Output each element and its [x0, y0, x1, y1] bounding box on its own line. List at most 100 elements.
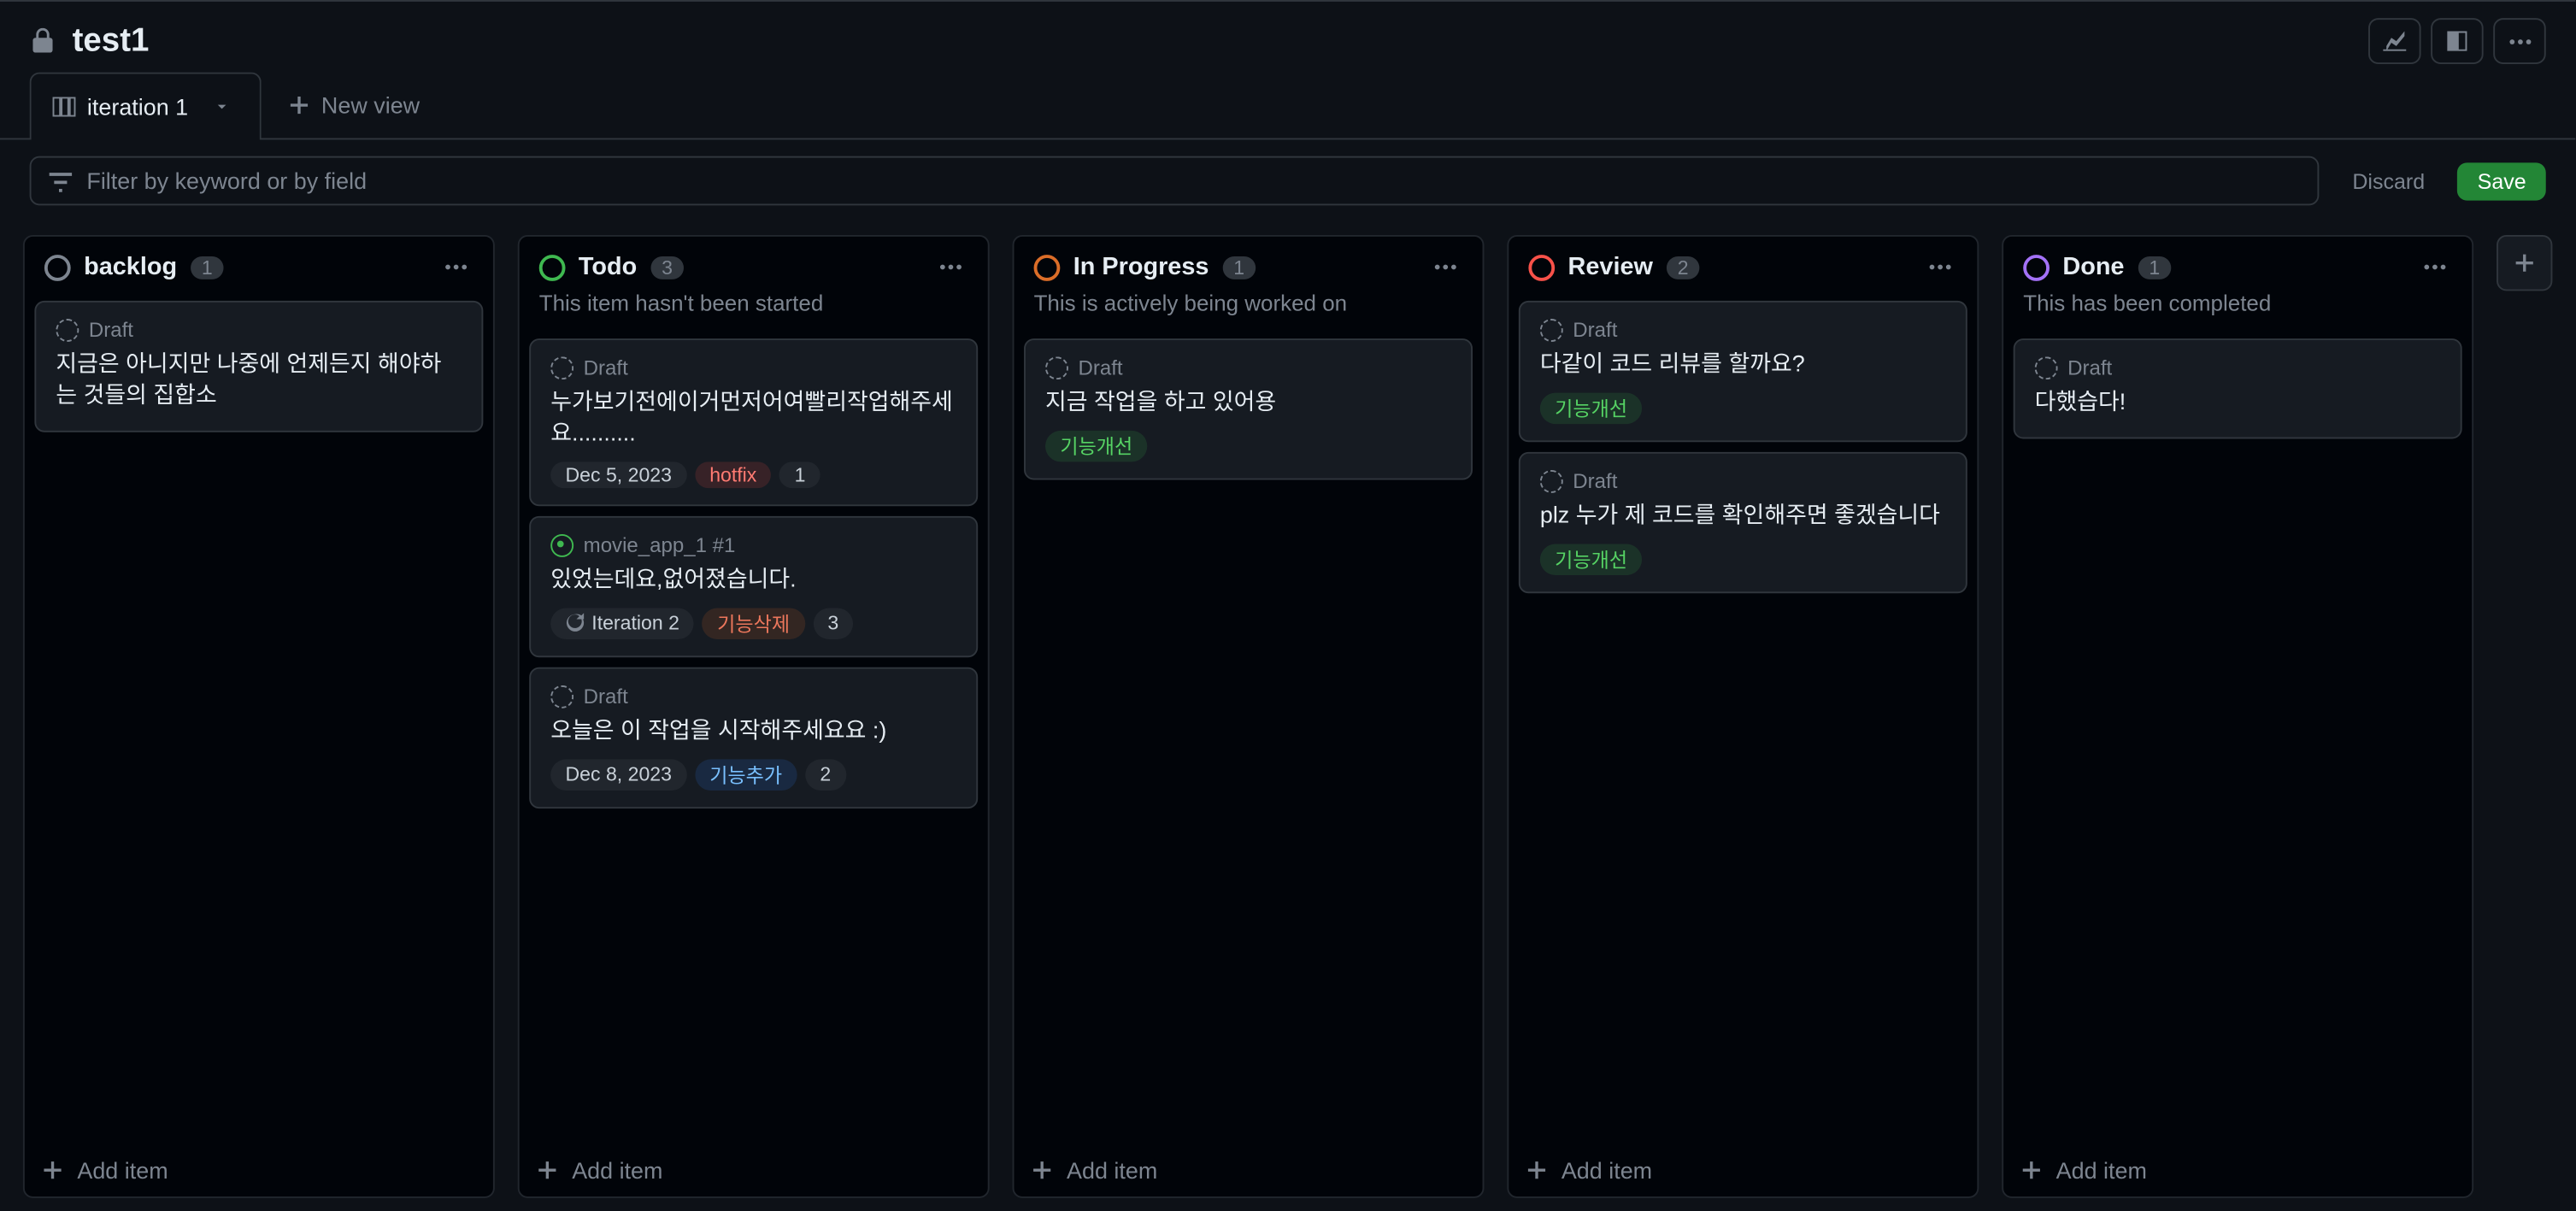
add-item-label: Add item	[1561, 1157, 1652, 1184]
draft-icon	[550, 356, 573, 379]
column-menu[interactable]	[1923, 258, 1957, 276]
add-item-button[interactable]: Add item	[1014, 1143, 1482, 1196]
card-type: Draft	[584, 685, 628, 708]
pill: 2	[805, 759, 845, 791]
pill: Iteration 2	[550, 608, 694, 639]
card-type: Draft	[1573, 470, 1617, 493]
status-circle-icon	[44, 254, 71, 280]
card-type: movie_app_1 #1	[584, 534, 736, 557]
plus-icon	[2020, 1159, 2043, 1182]
card-type: Draft	[1078, 356, 1122, 379]
column-name: backlog	[84, 253, 177, 281]
column-name: Review	[1568, 253, 1653, 281]
card-title: plz 누가 제 코드를 확인해주면 좋겠습니다	[1540, 499, 1946, 530]
draft-icon	[1540, 470, 1563, 493]
pill: 기능삭제	[703, 608, 805, 639]
card-title: 다같이 코드 리뷰를 할까요?	[1540, 349, 1946, 379]
pill: 기능개선	[1540, 544, 1643, 575]
save-button[interactable]: Save	[2458, 162, 2546, 199]
column-count: 1	[190, 256, 224, 279]
add-item-button[interactable]: Add item	[520, 1143, 988, 1196]
page-title: test1	[73, 22, 150, 60]
card[interactable]: Draft plz 누가 제 코드를 확인해주면 좋겠습니다기능개선	[1519, 452, 1967, 593]
filter-box[interactable]	[30, 156, 2320, 206]
column-count: 1	[2138, 256, 2172, 279]
column-menu[interactable]	[2418, 258, 2452, 276]
card[interactable]: movie_app_1 #1 있었는데요,없어졌습니다. Iteration 2 기능…	[529, 515, 978, 656]
card-title: 지금 작업을 하고 있어용	[1045, 386, 1451, 417]
card-title: 지금은 아니지만 나중에 언제든지 해야하는 것들의 집합소	[56, 349, 462, 411]
iteration-icon	[566, 614, 585, 633]
card[interactable]: Draft 다했습다!	[2014, 338, 2462, 438]
panel-button[interactable]	[2431, 18, 2484, 64]
card-title: 있었는데요,없어졌습니다.	[550, 563, 956, 594]
draft-icon	[550, 685, 573, 708]
status-circle-icon	[539, 254, 566, 280]
column-name: Done	[2062, 253, 2124, 281]
plus-icon	[2513, 251, 2536, 274]
column-count: 2	[1666, 256, 1700, 279]
filter-input[interactable]	[86, 168, 2301, 194]
add-item-button[interactable]: Add item	[25, 1143, 493, 1196]
pill: 기능개선	[1540, 392, 1643, 424]
card-type: Draft	[2067, 356, 2112, 379]
column-menu[interactable]	[933, 258, 967, 276]
card[interactable]: Draft 다같이 코드 리뷰를 할까요? 기능개선	[1519, 301, 1967, 442]
card[interactable]: Draft 누가보기전에이거먼저어여빨리작업해주세요.......... Dec 5…	[529, 338, 978, 506]
card[interactable]: Draft 지금은 아니지만 나중에 언제든지 해야하는 것들의 집합소	[34, 301, 483, 432]
column-desc: This item hasn't been started	[520, 291, 988, 328]
pill: 1	[779, 461, 820, 488]
card-type: Draft	[584, 356, 628, 379]
add-item-button[interactable]: Add item	[1509, 1143, 1977, 1196]
new-view-label: New view	[321, 91, 420, 118]
plus-icon	[288, 93, 311, 116]
new-view-button[interactable]: New view	[268, 78, 439, 131]
column-count: 1	[1222, 256, 1256, 279]
column-menu[interactable]	[1428, 258, 1462, 276]
add-column-button[interactable]	[2497, 235, 2552, 291]
card[interactable]: Draft지금 작업을 하고 있어용기능개선	[1024, 338, 1473, 479]
pill: 3	[813, 608, 853, 639]
column-desc: This is actively being worked on	[1014, 291, 1482, 328]
tab-dropdown[interactable]	[204, 87, 240, 126]
add-item-label: Add item	[2056, 1157, 2147, 1184]
column-count: 3	[650, 256, 685, 279]
column-menu[interactable]	[438, 258, 473, 276]
column-todo: Todo 3 This item hasn't been started Draft 누…	[518, 235, 990, 1198]
plus-icon	[1526, 1159, 1549, 1182]
column-desc: This has been completed	[2003, 291, 2472, 328]
column-inprogress: In Progress1This is actively being worke…	[1013, 235, 1485, 1198]
issue-open-icon	[550, 534, 573, 557]
pill: Dec 5, 2023	[550, 461, 686, 488]
tab-iteration-1[interactable]: iteration 1	[30, 73, 262, 140]
lock-icon	[30, 28, 56, 55]
column-done: Done 1 This has been completed Draft 다했습다! Ad…	[2002, 235, 2473, 1198]
kebab-icon	[2502, 32, 2537, 50]
add-item-label: Add item	[572, 1157, 662, 1184]
draft-icon	[1045, 356, 1068, 379]
column-backlog: backlog 1 Draft 지금은 아니지만 나중에 언제든지 해야하는 것들의 …	[23, 235, 495, 1198]
pill: hotfix	[695, 461, 772, 488]
card-title: 다했습다!	[2035, 386, 2441, 417]
add-item-button[interactable]: Add item	[2003, 1143, 2472, 1196]
pill: Dec 8, 2023	[550, 759, 686, 791]
chevron-down-icon	[215, 98, 231, 115]
plus-icon	[536, 1159, 559, 1182]
insights-button[interactable]	[2368, 18, 2421, 64]
card-type: Draft	[1573, 319, 1617, 342]
column-review: Review 2 Draft 다같이 코드 리뷰를 할까요? 기능개선 Draft plz …	[1507, 235, 1979, 1198]
column-name: Todo	[579, 253, 637, 281]
status-circle-icon	[1034, 254, 1061, 280]
draft-icon	[56, 319, 79, 342]
card-type: Draft	[89, 319, 133, 342]
card-title: 누가보기전에이거먼저어여빨리작업해주세요..........	[550, 386, 956, 449]
card-title: 오늘은 이 작업을 시작해주세요요 :)	[550, 714, 956, 745]
status-circle-icon	[2023, 254, 2050, 280]
plus-icon	[41, 1159, 64, 1182]
card[interactable]: Draft오늘은 이 작업을 시작해주세요요 :)Dec 8, 2023기능추가…	[529, 667, 978, 808]
more-button[interactable]	[2493, 18, 2546, 64]
add-item-label: Add item	[1067, 1157, 1157, 1184]
tab-label: iteration 1	[87, 94, 188, 121]
discard-button[interactable]: Discard	[2332, 162, 2444, 199]
board-icon	[51, 94, 78, 121]
